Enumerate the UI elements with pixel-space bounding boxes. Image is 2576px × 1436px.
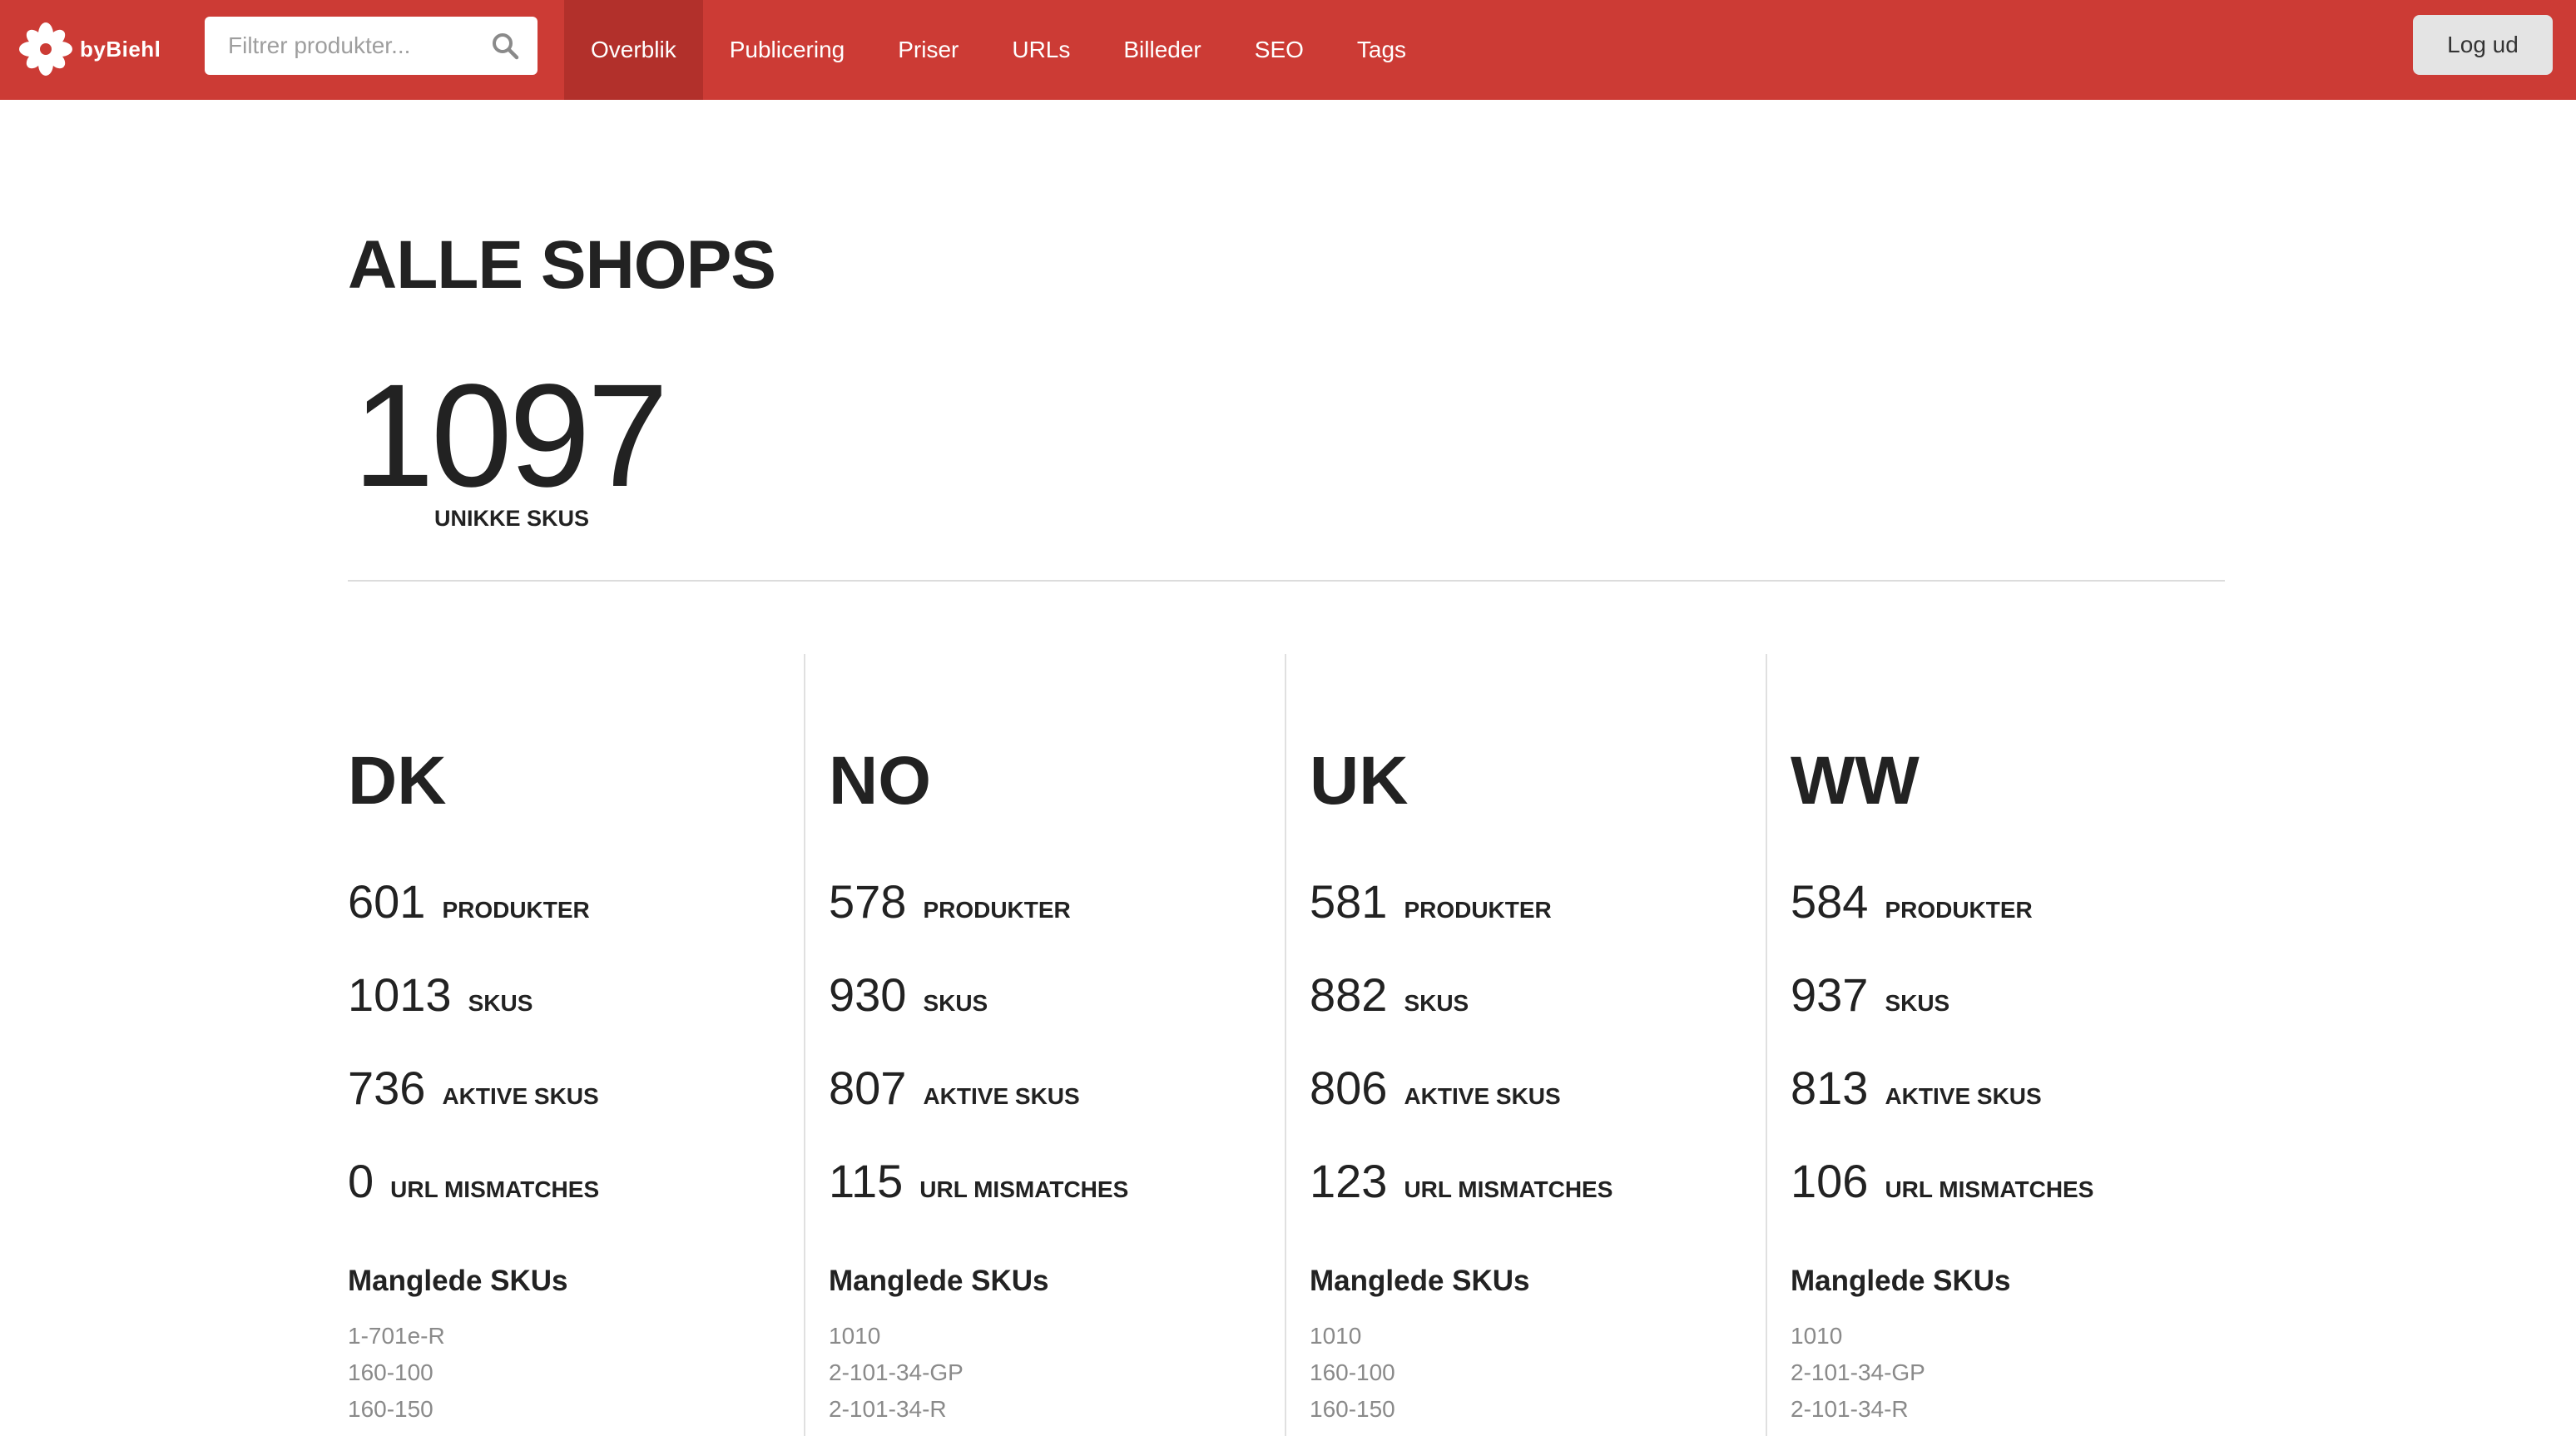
url-mismatches-stat: 115 URL MISMATCHES <box>829 1158 1128 1205</box>
missing-sku-item: 160-100 <box>1310 1359 1395 1385</box>
skus-count: 1013 <box>348 968 452 1021</box>
active-skus-stat: 736 AKTIVE SKUS <box>348 1065 599 1112</box>
shop-code: DK <box>348 743 447 819</box>
products-count: 601 <box>348 875 426 928</box>
nav-item-priser[interactable]: Priser <box>871 0 985 100</box>
shop-column-no: NO 578 PRODUKTER 930 SKUS 807 AKTIVE SKU… <box>804 654 1286 1436</box>
product-search-input[interactable] <box>205 17 503 75</box>
skus-count: 882 <box>1310 968 1388 1021</box>
skus-label: SKUS <box>1885 990 1950 1016</box>
unique-skus-count: 1097 <box>353 354 669 517</box>
missing-sku-item: 1-701e-R <box>348 1323 445 1349</box>
main-nav: Overblik Publicering Priser URLs Billede… <box>564 0 1433 100</box>
active-skus-label: AKTIVE SKUS <box>1404 1083 1561 1109</box>
skus-stat: 1013 SKUS <box>348 972 533 1018</box>
nav-item-overblik[interactable]: Overblik <box>564 0 703 100</box>
missing-sku-item: 1010 <box>829 1323 881 1349</box>
products-count: 581 <box>1310 875 1388 928</box>
search-icon[interactable] <box>491 32 519 60</box>
nav-item-publicering[interactable]: Publicering <box>703 0 872 100</box>
nav-item-tags[interactable]: Tags <box>1330 0 1433 100</box>
active-skus-label: AKTIVE SKUS <box>1885 1083 2042 1109</box>
active-skus-label: AKTIVE SKUS <box>442 1083 599 1109</box>
shop-column-uk: UK 581 PRODUKTER 882 SKUS 806 AKTIVE SKU… <box>1285 654 1767 1436</box>
url-mismatches-label: URL MISMATCHES <box>1885 1176 2094 1202</box>
products-stat: 578 PRODUKTER <box>829 879 1071 925</box>
url-mismatches-stat: 0 URL MISMATCHES <box>348 1158 599 1205</box>
url-mismatches-stat: 123 URL MISMATCHES <box>1310 1158 1612 1205</box>
shop-code: NO <box>829 743 931 819</box>
skus-label: SKUS <box>1404 990 1469 1016</box>
url-mismatches-count: 123 <box>1310 1155 1388 1207</box>
products-count: 584 <box>1791 875 1869 928</box>
missing-sku-item: 1010 <box>1310 1323 1362 1349</box>
skus-stat: 882 SKUS <box>1310 972 1469 1018</box>
page-title: ALLE SHOPS <box>348 227 776 303</box>
brand-name: byBiehl <box>80 36 161 62</box>
products-label: PRODUKTER <box>923 897 1071 923</box>
products-count: 578 <box>829 875 907 928</box>
missing-skus-title: Manglede SKUs <box>1791 1265 2011 1297</box>
missing-skus-title: Manglede SKUs <box>829 1265 1049 1297</box>
brand-logo[interactable]: byBiehl <box>17 20 161 78</box>
missing-skus-title: Manglede SKUs <box>348 1265 568 1297</box>
shop-stats-grid: DK 601 PRODUKTER 1013 SKUS 736 AKTIVE SK… <box>348 654 2225 1436</box>
missing-skus-title: Manglede SKUs <box>1310 1265 1530 1297</box>
products-label: PRODUKTER <box>1404 897 1552 923</box>
products-stat: 601 PRODUKTER <box>348 879 590 925</box>
url-mismatches-count: 106 <box>1791 1155 1869 1207</box>
active-skus-count: 736 <box>348 1062 426 1114</box>
shop-code: UK <box>1310 743 1409 819</box>
active-skus-count: 813 <box>1791 1062 1869 1114</box>
skus-count: 937 <box>1791 968 1869 1021</box>
missing-sku-item: 2-101-34-R <box>829 1396 947 1422</box>
url-mismatches-count: 115 <box>829 1155 904 1207</box>
skus-stat: 930 SKUS <box>829 972 988 1018</box>
url-mismatches-stat: 106 URL MISMATCHES <box>1791 1158 2093 1205</box>
skus-stat: 937 SKUS <box>1791 972 1949 1018</box>
active-skus-stat: 813 AKTIVE SKUS <box>1791 1065 2042 1112</box>
top-navigation-bar: byBiehl Overblik Publicering Priser URLs… <box>0 0 2576 100</box>
missing-sku-item: 160-150 <box>1310 1396 1395 1422</box>
nav-item-urls[interactable]: URLs <box>985 0 1097 100</box>
products-stat: 584 PRODUKTER <box>1791 879 2033 925</box>
active-skus-label: AKTIVE SKUS <box>923 1083 1080 1109</box>
skus-count: 930 <box>829 968 907 1021</box>
logout-button[interactable]: Log ud <box>2413 15 2553 75</box>
shop-code: WW <box>1791 743 1920 819</box>
products-label: PRODUKTER <box>442 897 590 923</box>
missing-sku-item: 2-101-34-R <box>1791 1396 1909 1422</box>
unique-skus-label: UNIKKE SKUS <box>434 506 590 531</box>
flower-logo-icon <box>19 22 72 76</box>
active-skus-stat: 807 AKTIVE SKUS <box>829 1065 1080 1112</box>
nav-item-billeder[interactable]: Billeder <box>1097 0 1227 100</box>
url-mismatches-label: URL MISMATCHES <box>1404 1176 1613 1202</box>
url-mismatches-count: 0 <box>348 1155 374 1207</box>
skus-label: SKUS <box>468 990 533 1016</box>
shop-column-ww: WW 584 PRODUKTER 937 SKUS 813 AKTIVE SKU… <box>1766 654 2248 1436</box>
nav-item-seo[interactable]: SEO <box>1228 0 1330 100</box>
active-skus-count: 807 <box>829 1062 907 1114</box>
active-skus-count: 806 <box>1310 1062 1388 1114</box>
active-skus-stat: 806 AKTIVE SKUS <box>1310 1065 1561 1112</box>
missing-sku-item: 160-100 <box>348 1359 433 1385</box>
url-mismatches-label: URL MISMATCHES <box>919 1176 1129 1202</box>
section-divider <box>348 580 2225 582</box>
missing-sku-item: 2-101-34-GP <box>829 1359 964 1385</box>
shop-column-dk: DK 601 PRODUKTER 1013 SKUS 736 AKTIVE SK… <box>348 654 829 1436</box>
missing-sku-item: 1010 <box>1791 1323 1843 1349</box>
missing-sku-item: 160-150 <box>348 1396 433 1422</box>
url-mismatches-label: URL MISMATCHES <box>390 1176 600 1202</box>
product-search-box <box>205 17 537 75</box>
products-stat: 581 PRODUKTER <box>1310 879 1552 925</box>
skus-label: SKUS <box>923 990 988 1016</box>
products-label: PRODUKTER <box>1885 897 2033 923</box>
missing-sku-item: 2-101-34-GP <box>1791 1359 1925 1385</box>
